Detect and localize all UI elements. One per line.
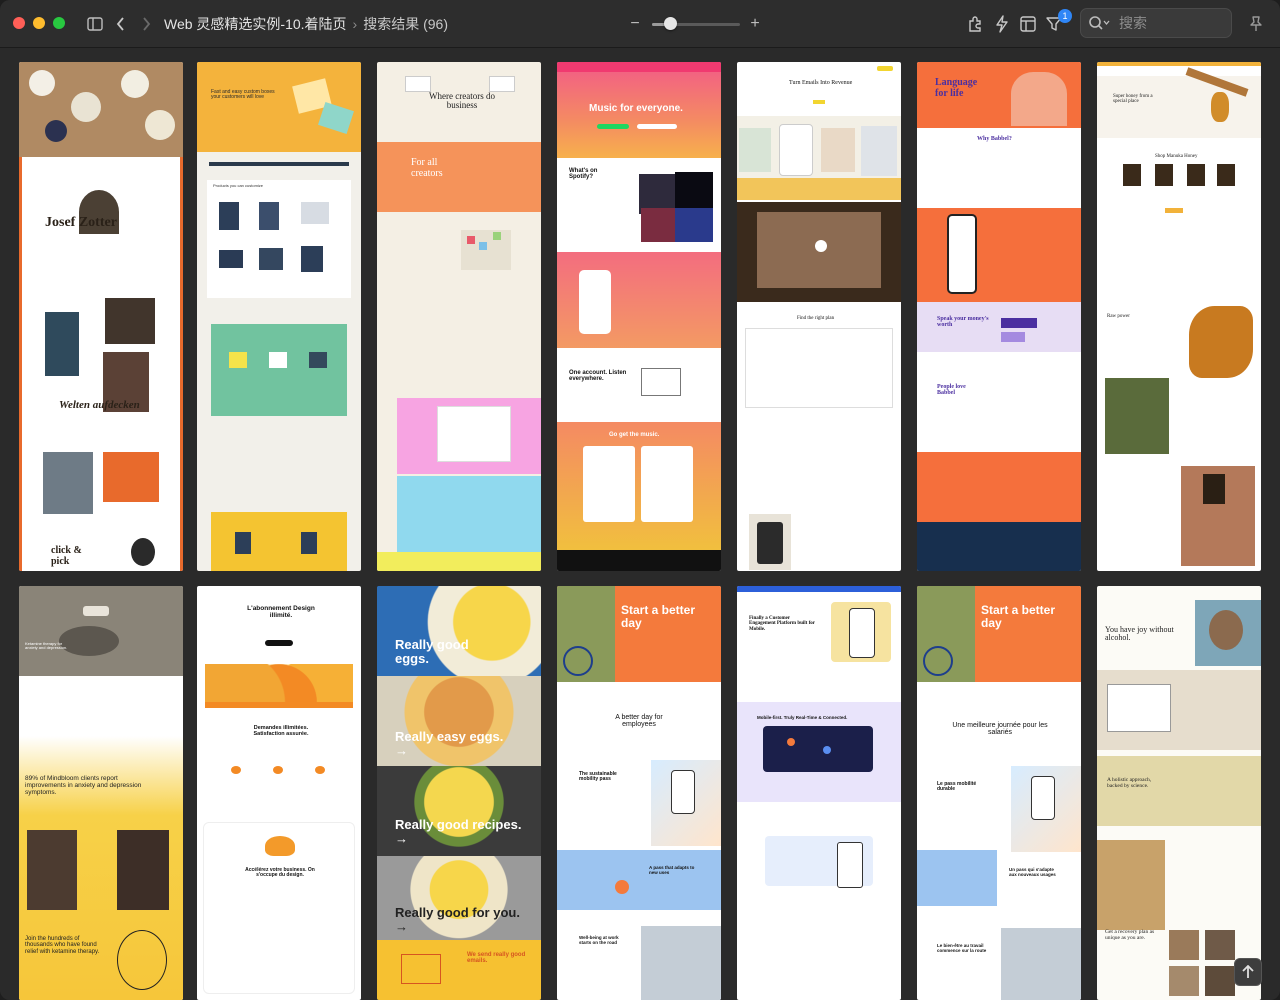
card-text: Demandes illimitées. Satisfaction assuré… bbox=[253, 725, 309, 737]
card-text: Well-being at work starts on the road bbox=[579, 935, 619, 945]
card-text: Fast and easy custom boxes your customer… bbox=[211, 89, 275, 101]
breadcrumb-search-results: 搜索结果 (96) bbox=[363, 16, 449, 32]
back-arrow-icon[interactable] bbox=[112, 12, 128, 36]
thumbnail-card-creators[interactable]: Where creators do business For all creat… bbox=[377, 62, 541, 571]
card-text: For all creators bbox=[411, 157, 443, 179]
search-input[interactable] bbox=[1119, 14, 1223, 32]
card-text: Get a recovery plan as unique as you are… bbox=[1105, 929, 1155, 941]
card-text: Language for life bbox=[935, 77, 978, 99]
lightning-icon[interactable] bbox=[992, 12, 1012, 36]
card-text: Speak your money's worth bbox=[937, 316, 989, 329]
card-text: Raw power bbox=[1107, 314, 1130, 319]
scroll-to-top-button[interactable] bbox=[1234, 958, 1262, 986]
card-text: You have joy without alcohol. bbox=[1105, 625, 1174, 643]
zoom-in-button[interactable]: + bbox=[748, 12, 762, 36]
extension-icon[interactable] bbox=[966, 12, 986, 36]
card-text: Products you can customize bbox=[213, 183, 264, 188]
layout-icon[interactable] bbox=[1018, 12, 1038, 36]
card-text: One account. Listen everywhere. bbox=[569, 370, 627, 383]
card-text: Josef Zotter bbox=[45, 215, 117, 230]
search-box[interactable] bbox=[1080, 8, 1232, 38]
card-text: Welten aufdecken bbox=[59, 399, 140, 411]
thumbnail-card-honey[interactable]: Super honey from a special place Shop Ma… bbox=[1097, 62, 1261, 571]
breadcrumb-separator: › bbox=[352, 16, 358, 32]
thumbnail-grid: Josef Zotter Welten aufdecken click & pi… bbox=[0, 48, 1280, 1000]
card-text: Le pass mobilité durable bbox=[937, 781, 977, 793]
card-text: Go get the music. bbox=[609, 432, 660, 438]
sidebar-toggle-icon[interactable] bbox=[84, 12, 106, 36]
folder-title[interactable]: Web 灵感精选实例-10.着陆页 bbox=[164, 16, 347, 32]
card-text: Turn Emails Into Revenue bbox=[789, 80, 853, 86]
card-text: Start a better day bbox=[621, 603, 696, 630]
thumbnail-card-design[interactable]: L'abonnement Design illimité. Demandes i… bbox=[197, 586, 361, 1000]
card-text: What's on Spotify? bbox=[569, 168, 598, 181]
card-text: click & pick bbox=[51, 545, 82, 567]
thumbnail-card-mobile[interactable]: Finally a Customer Engagement Platform b… bbox=[737, 586, 901, 1000]
thumbnail-card-eggs[interactable]: Really good eggs. Really easy eggs. → Re… bbox=[377, 586, 541, 1000]
card-text: Le bien-être au travail commence sur la … bbox=[937, 943, 987, 953]
thumbnail-card-spotify[interactable]: Music for everyone. What's on Spotify? O… bbox=[557, 62, 721, 571]
card-text: L'abonnement Design illimité. bbox=[247, 605, 315, 619]
card-text: 89% of Mindbloom clients report improvem… bbox=[25, 775, 142, 796]
forward-arrow-icon[interactable] bbox=[138, 12, 154, 36]
card-text: Ketamine therapy for anxiety and depress… bbox=[25, 641, 68, 651]
zoom-out-button[interactable]: − bbox=[628, 12, 642, 36]
card-text: Shop Manuka Honey bbox=[1155, 154, 1198, 159]
card-text: Really good recipes. → bbox=[395, 817, 522, 846]
zoom-window-button[interactable] bbox=[53, 17, 65, 29]
filter-count-badge: 1 bbox=[1058, 9, 1072, 23]
thumbnail-card-alcohol[interactable]: You have joy without alcohol. A holistic… bbox=[1097, 586, 1261, 1000]
zoom-slider-handle[interactable] bbox=[663, 17, 677, 30]
minimize-window-button[interactable] bbox=[33, 17, 45, 29]
card-text: Why Babbel? bbox=[977, 136, 1012, 142]
thumbnail-card-zotter[interactable]: Josef Zotter Welten aufdecken click & pi… bbox=[19, 62, 183, 571]
card-text: Join the hundreds of thousands who have … bbox=[25, 936, 100, 955]
card-text: Really good eggs. bbox=[395, 637, 469, 666]
card-text: Find the right plan bbox=[797, 316, 835, 321]
pin-icon[interactable] bbox=[1246, 12, 1266, 36]
thumbnail-card-emails[interactable]: Turn Emails Into Revenue Find the right … bbox=[737, 62, 901, 571]
card-text: Un pass qui s'adapte aux nouveaux usages bbox=[1009, 867, 1056, 877]
card-text: Start a better day bbox=[981, 603, 1056, 630]
app-window: Web 灵感精选实例-10.着陆页 › 搜索结果 (96) − + 1 搜索 J… bbox=[0, 0, 1280, 1000]
toolbar: Web 灵感精选实例-10.着陆页 › 搜索结果 (96) − + 1 bbox=[0, 0, 1280, 48]
card-text: Une meilleure journée pour les salariés bbox=[952, 722, 1048, 737]
thumbnail-card-bike-fr[interactable]: Start a better day Une meilleure journée… bbox=[917, 586, 1081, 1000]
card-text: A better day for employees bbox=[615, 714, 663, 729]
card-text: Really easy eggs. → bbox=[395, 729, 504, 758]
close-window-button[interactable] bbox=[13, 17, 25, 29]
card-text: Really good for you. → bbox=[395, 905, 520, 934]
thumbnail-card-mindbloom[interactable]: Ketamine therapy for anxiety and depress… bbox=[19, 586, 183, 1000]
thumbnail-card-bike-en[interactable]: Start a better day A better day for empl… bbox=[557, 586, 721, 1000]
arrow-up-icon bbox=[1242, 965, 1254, 978]
search-icon bbox=[1088, 15, 1110, 36]
card-text: Accélérez votre business. On s'occupe du… bbox=[245, 867, 315, 879]
card-text: Finally a Customer Engagement Platform b… bbox=[749, 616, 815, 632]
card-text: Music for everyone. bbox=[589, 103, 683, 114]
card-text: Where creators do business bbox=[429, 91, 495, 111]
card-text: The sustainable mobility pass bbox=[579, 771, 617, 783]
card-text: A holistic approach, backed by science. bbox=[1107, 777, 1152, 789]
card-text: Mobile-first. Truly Real-Time & Connecte… bbox=[757, 715, 848, 720]
card-text: A pass that adapts to new uses bbox=[649, 865, 695, 875]
card-text: People love Babbel bbox=[937, 384, 966, 397]
thumbnail-card-arka[interactable]: Fast and easy custom boxes your customer… bbox=[197, 62, 361, 571]
breadcrumb: Web 灵感精选实例-10.着陆页 › 搜索结果 (96) bbox=[164, 14, 448, 34]
card-text: Super honey from a special place bbox=[1113, 94, 1153, 105]
card-text: We send really good emails. bbox=[467, 952, 526, 965]
thumbnail-card-babbel[interactable]: Language for life Why Babbel? Speak your… bbox=[917, 62, 1081, 571]
